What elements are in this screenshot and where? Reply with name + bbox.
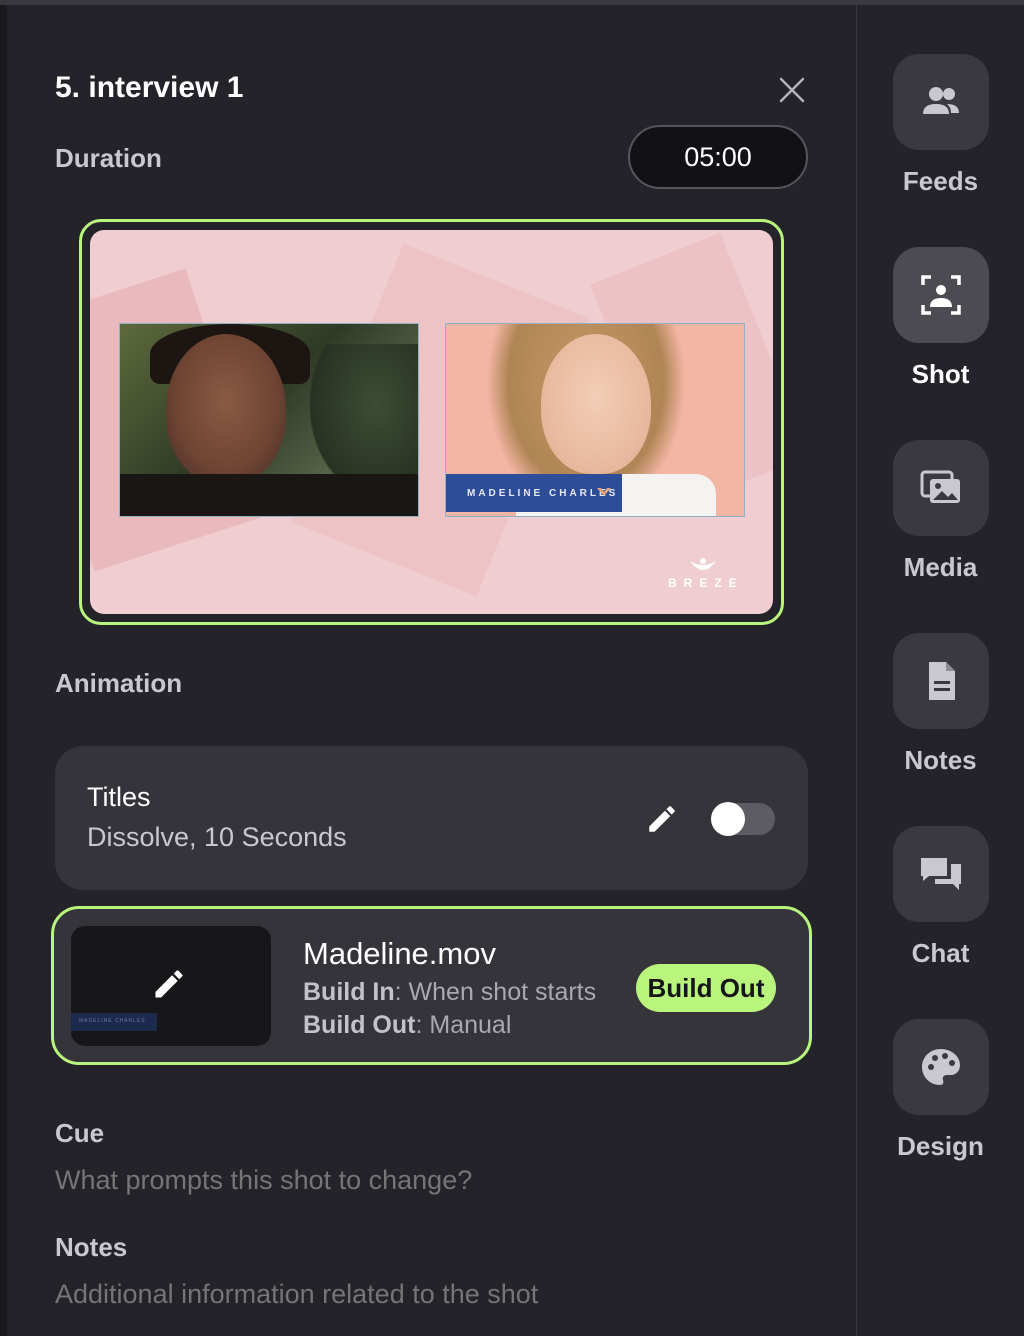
right-sidebar: Feeds Shot Media Notes Chat Design [857, 5, 1024, 1336]
preview-canvas: MADELINE CHARLES BREZE [90, 230, 773, 614]
feeds-button[interactable] [893, 54, 989, 150]
sidebar-item-label: Feeds [902, 166, 979, 196]
people-icon [923, 87, 959, 114]
breze-logo-text: BREZE [668, 576, 744, 590]
media-thumbnail[interactable]: MADELINE CHARLES [71, 926, 271, 1046]
sidebar-item-design[interactable]: Design [857, 1019, 1024, 1179]
panel-title: 5. interview 1 [55, 71, 244, 104]
titles-name: Titles [87, 782, 151, 812]
face [541, 334, 651, 474]
notes-button[interactable] [893, 633, 989, 729]
titles-animation-card[interactable]: Titles Dissolve, 10 Seconds [55, 746, 808, 890]
media-button[interactable] [893, 440, 989, 536]
build-in-info: Build In: When shot starts [303, 978, 596, 1007]
cue-input[interactable] [55, 1165, 795, 1196]
sidebar-item-label: Notes [904, 745, 977, 775]
face [166, 334, 286, 484]
build-out-value: : Manual [415, 1011, 512, 1039]
media-file-name: Madeline.mov [303, 936, 496, 971]
close-button[interactable] [775, 73, 809, 107]
pencil-icon [649, 806, 675, 832]
build-out-info: Build Out: Manual [303, 1011, 511, 1040]
thumbnail-lower-third: MADELINE CHARLES [71, 1013, 157, 1031]
document-icon [929, 662, 955, 700]
sidebar-item-label: Design [897, 1131, 984, 1161]
sidebar-item-notes[interactable]: Notes [857, 633, 1024, 793]
plant-background [310, 344, 418, 494]
shot-panel: 5. interview 1 Duration 05:00 MADELINE C… [7, 5, 856, 1336]
sidebar-item-feeds[interactable]: Feeds [857, 54, 1024, 214]
edit-titles-button[interactable] [645, 802, 679, 836]
notes-input[interactable] [55, 1279, 795, 1310]
shot-frame-icon [921, 275, 961, 315]
media-item-card[interactable]: MADELINE CHARLES Madeline.mov Build In: … [51, 906, 812, 1065]
sidebar-item-media[interactable]: Media [857, 440, 1024, 600]
palette-icon [922, 1049, 960, 1085]
duration-field[interactable]: 05:00 [628, 125, 808, 189]
duration-label: Duration [55, 143, 162, 173]
sidebar-item-shot[interactable]: Shot [857, 247, 1024, 407]
left-edge [0, 5, 7, 1336]
build-in-value: : When shot starts [394, 978, 597, 1006]
sidebar-item-label: Media [903, 552, 978, 582]
chat-bubbles-icon [921, 858, 961, 890]
shot-button[interactable] [893, 247, 989, 343]
chat-button[interactable] [893, 826, 989, 922]
toggle-knob [711, 802, 745, 836]
notes-label: Notes [55, 1232, 128, 1262]
pencil-icon [155, 970, 183, 998]
animation-label: Animation [55, 668, 183, 698]
build-out-label: Build Out [303, 1011, 416, 1039]
sidebar-item-label: Chat [911, 938, 970, 968]
cue-label: Cue [55, 1118, 105, 1148]
close-icon [779, 77, 805, 103]
build-in-label: Build In [303, 978, 395, 1006]
video-feed-1[interactable] [119, 323, 419, 517]
shoulders [120, 474, 418, 516]
brand-mark-icon [597, 488, 611, 496]
video-feed-2[interactable]: MADELINE CHARLES [445, 323, 745, 517]
shot-preview[interactable]: MADELINE CHARLES BREZE [79, 219, 784, 625]
titles-description: Dissolve, 10 Seconds [87, 822, 347, 852]
image-stack-icon [920, 470, 960, 503]
design-button[interactable] [893, 1019, 989, 1115]
titles-toggle[interactable] [711, 802, 775, 836]
sidebar-item-label: Shot [911, 359, 970, 389]
sidebar-item-chat[interactable]: Chat [857, 826, 1024, 986]
breze-logo-icon [690, 558, 716, 570]
build-out-button[interactable]: Build Out [636, 964, 776, 1012]
